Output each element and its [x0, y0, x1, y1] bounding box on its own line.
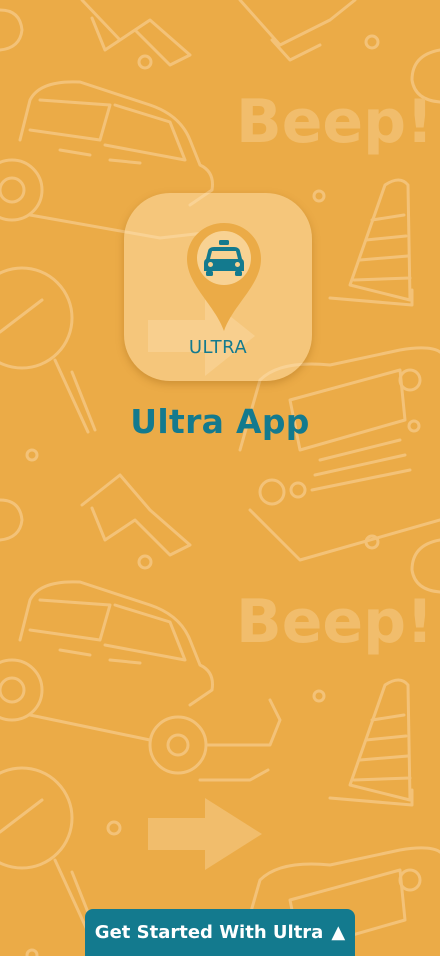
svg-text:Beep!: Beep! — [236, 587, 433, 657]
get-started-label: Get Started With Ultra — [94, 922, 324, 943]
app-title: Ultra App — [130, 402, 310, 441]
app-logo: ULTRA — [124, 193, 312, 381]
background-pattern: Beep! Beep! — [0, 0, 440, 956]
triangle-up-icon: ▲ — [331, 921, 346, 943]
logo-label: ULTRA — [188, 337, 248, 358]
svg-text:Beep!: Beep! — [236, 87, 433, 157]
taxi-location-pin-icon — [187, 223, 261, 331]
get-started-button[interactable]: Get Started With Ultra ▲ — [85, 909, 355, 956]
splash-screen: Beep! Beep! ULTRA Ultra App Get Started … — [0, 0, 440, 956]
